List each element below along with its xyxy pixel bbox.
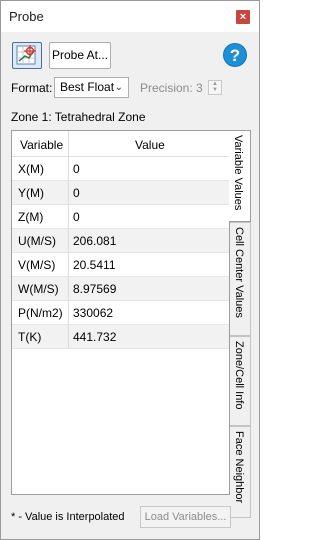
- cell-value: 0: [73, 186, 80, 200]
- table-row[interactable]: Z(M) 0: [12, 205, 229, 229]
- table-row[interactable]: X(M) 0: [12, 157, 229, 181]
- format-selected-value: Best Float: [60, 80, 115, 94]
- cell-variable: P(N/m2): [18, 306, 63, 320]
- probe-at-button[interactable]: Probe At...: [49, 42, 111, 69]
- cell-variable: W(M/S): [18, 282, 59, 296]
- format-label: Format:: [11, 81, 53, 95]
- cell-value: 330062: [73, 306, 114, 320]
- table-header: Variable Value: [12, 131, 229, 157]
- cell-divider: [68, 181, 69, 205]
- cell-value: 0: [73, 162, 80, 176]
- table-row[interactable]: U(M/S) 206.081: [12, 229, 229, 253]
- format-select[interactable]: Best Float ⌄: [54, 77, 129, 98]
- cell-value: 0: [73, 210, 80, 224]
- table-row[interactable]: T(K) 441.732: [12, 325, 229, 349]
- table-row[interactable]: P(N/m2) 330062: [12, 301, 229, 325]
- cell-divider: [68, 205, 69, 229]
- chevron-down-icon: ⌄: [114, 82, 123, 93]
- precision-spinner[interactable]: ▲ ▼: [208, 80, 222, 95]
- cell-variable: X(M): [18, 162, 44, 176]
- probe-crosshair-icon: [16, 45, 36, 65]
- close-button[interactable]: ×: [236, 10, 250, 24]
- column-header-value[interactable]: Value: [135, 138, 165, 152]
- cell-divider: [68, 301, 69, 325]
- window-title: Probe: [9, 9, 44, 24]
- help-icon[interactable]: ?: [223, 43, 247, 67]
- spinner-down-icon[interactable]: ▼: [209, 87, 221, 93]
- cell-divider: [68, 253, 69, 277]
- tab-label: Cell Center Values: [233, 227, 245, 318]
- table-row[interactable]: Y(M) 0: [12, 181, 229, 205]
- cell-divider: [68, 325, 69, 349]
- probe-mode-button[interactable]: [12, 42, 42, 69]
- cell-variable: Y(M): [18, 186, 44, 200]
- cell-variable: T(K): [18, 330, 42, 344]
- variable-values-table: Variable Value X(M) 0 Y(M) 0 Z(M) 0 U(M/…: [11, 130, 230, 495]
- interpolated-note: * - Value is Interpolated: [11, 511, 125, 523]
- side-tab-bar: Variable Values Cell Center Values Zone/…: [229, 130, 252, 518]
- cell-value: 8.97569: [73, 282, 117, 296]
- tab-label: Zone/Cell Info: [233, 341, 245, 410]
- tab-cell-center-values[interactable]: Cell Center Values: [230, 222, 251, 336]
- cell-value: 206.081: [73, 234, 117, 248]
- cell-divider: [68, 277, 69, 301]
- precision-input[interactable]: 3: [196, 81, 203, 95]
- cell-value: 20.5411: [73, 258, 116, 272]
- probe-window: Probe × Probe At... ? Format: Best Float…: [0, 0, 260, 540]
- table-row[interactable]: W(M/S) 8.97569: [12, 277, 229, 301]
- cell-variable: U(M/S): [18, 234, 56, 248]
- table-row[interactable]: V(M/S) 20.5411: [12, 253, 229, 277]
- column-divider[interactable]: [68, 131, 69, 157]
- cell-divider: [68, 229, 69, 253]
- zone-label: Zone 1: Tetrahedral Zone: [11, 110, 146, 124]
- load-variables-button[interactable]: Load Variables...: [140, 506, 231, 528]
- cell-divider: [68, 157, 69, 181]
- column-header-variable[interactable]: Variable: [20, 138, 63, 152]
- precision-label: Precision:: [140, 81, 193, 95]
- tab-variable-values[interactable]: Variable Values: [229, 130, 251, 222]
- tab-face-neighbor[interactable]: Face Neighbor: [230, 426, 251, 518]
- cell-variable: Z(M): [18, 210, 44, 224]
- tab-label: Variable Values: [232, 135, 244, 211]
- tab-zone-cell-info[interactable]: Zone/Cell Info: [230, 336, 251, 426]
- cell-variable: V(M/S): [18, 258, 56, 272]
- title-bar: Probe ×: [1, 1, 259, 32]
- tab-label: Face Neighbor: [233, 431, 245, 504]
- cell-value: 441.732: [73, 330, 117, 344]
